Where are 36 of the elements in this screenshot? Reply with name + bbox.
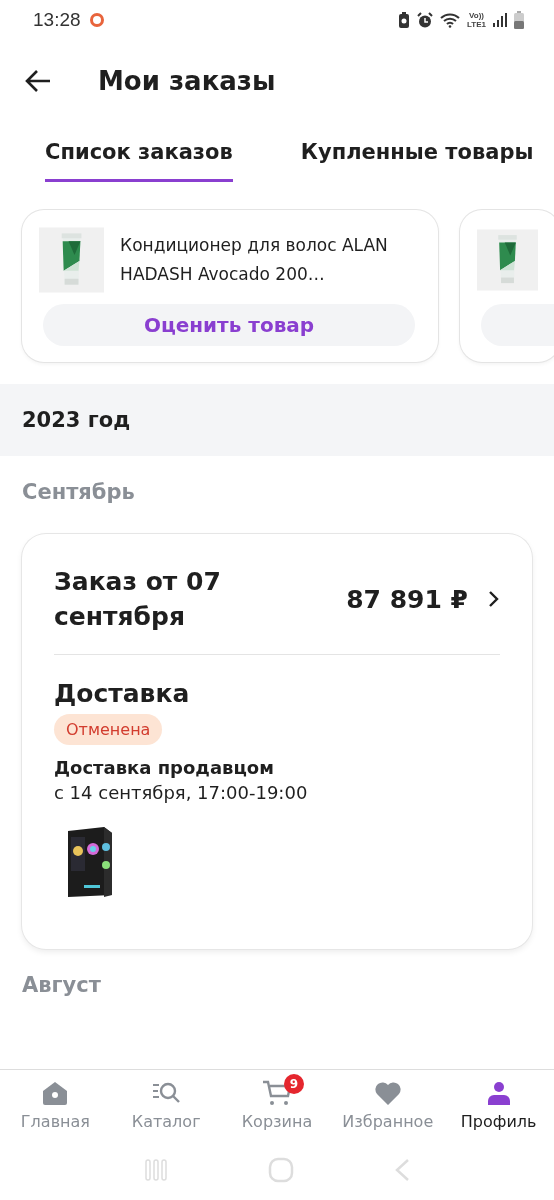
nav-tab[interactable]: Профиль <box>443 1070 554 1140</box>
recents-icon[interactable] <box>144 1158 168 1182</box>
page-title: Мои заказы <box>98 66 276 96</box>
nav-tab[interactable]: Главная <box>0 1070 111 1140</box>
nav-tab[interactable]: 9 Корзина <box>221 1070 333 1140</box>
battery-icon <box>514 11 524 29</box>
back-nav-icon[interactable] <box>394 1158 410 1182</box>
wifi-icon <box>440 12 461 28</box>
delivery-date: с 14 сентября, 17:00-19:00 <box>54 782 309 803</box>
battery-saver-icon <box>398 11 411 29</box>
month-label: Август <box>21 972 102 999</box>
month-label: Сентябрь <box>21 479 136 506</box>
alarm-icon <box>417 11 434 29</box>
record-icon <box>88 12 105 28</box>
product-name: Кондиционер для волос ALAN HADASH Avocado 200… <box>120 234 389 286</box>
delivery-method: Доставка продавцом <box>54 757 275 778</box>
nav-tab[interactable]: Каталог <box>110 1070 222 1140</box>
delivery-heading: Доставка <box>54 679 191 708</box>
clock: 13:28 <box>33 9 81 31</box>
chevron-right-icon[interactable] <box>488 590 500 608</box>
cart-count-badge: 9 <box>284 1074 304 1094</box>
heart-icon <box>373 1080 402 1106</box>
home-button-icon[interactable] <box>268 1157 294 1183</box>
rate-button[interactable]: Оценить товар <box>43 304 415 346</box>
order-title: Заказ от 07 сентября <box>54 566 222 633</box>
tab[interactable]: Купленные товары <box>300 132 534 182</box>
order-price: 87 891 ₽ <box>346 584 468 614</box>
order-card[interactable]: Заказ от 07 сентября 87 891 ₽ Доставка Отменена Доставка продавцом с 14 сентября, 17:00-19:00 <box>22 534 532 949</box>
status-badge: Отменена <box>54 714 163 745</box>
year-header: 2023 год <box>0 384 554 456</box>
home-icon <box>42 1080 69 1106</box>
person-icon <box>486 1080 511 1106</box>
nav-tab[interactable]: Избранное <box>332 1070 444 1140</box>
tab[interactable]: Список заказов <box>45 132 233 182</box>
network-label: Vo)) LTE1 <box>467 11 486 29</box>
signal-icon <box>493 12 507 28</box>
